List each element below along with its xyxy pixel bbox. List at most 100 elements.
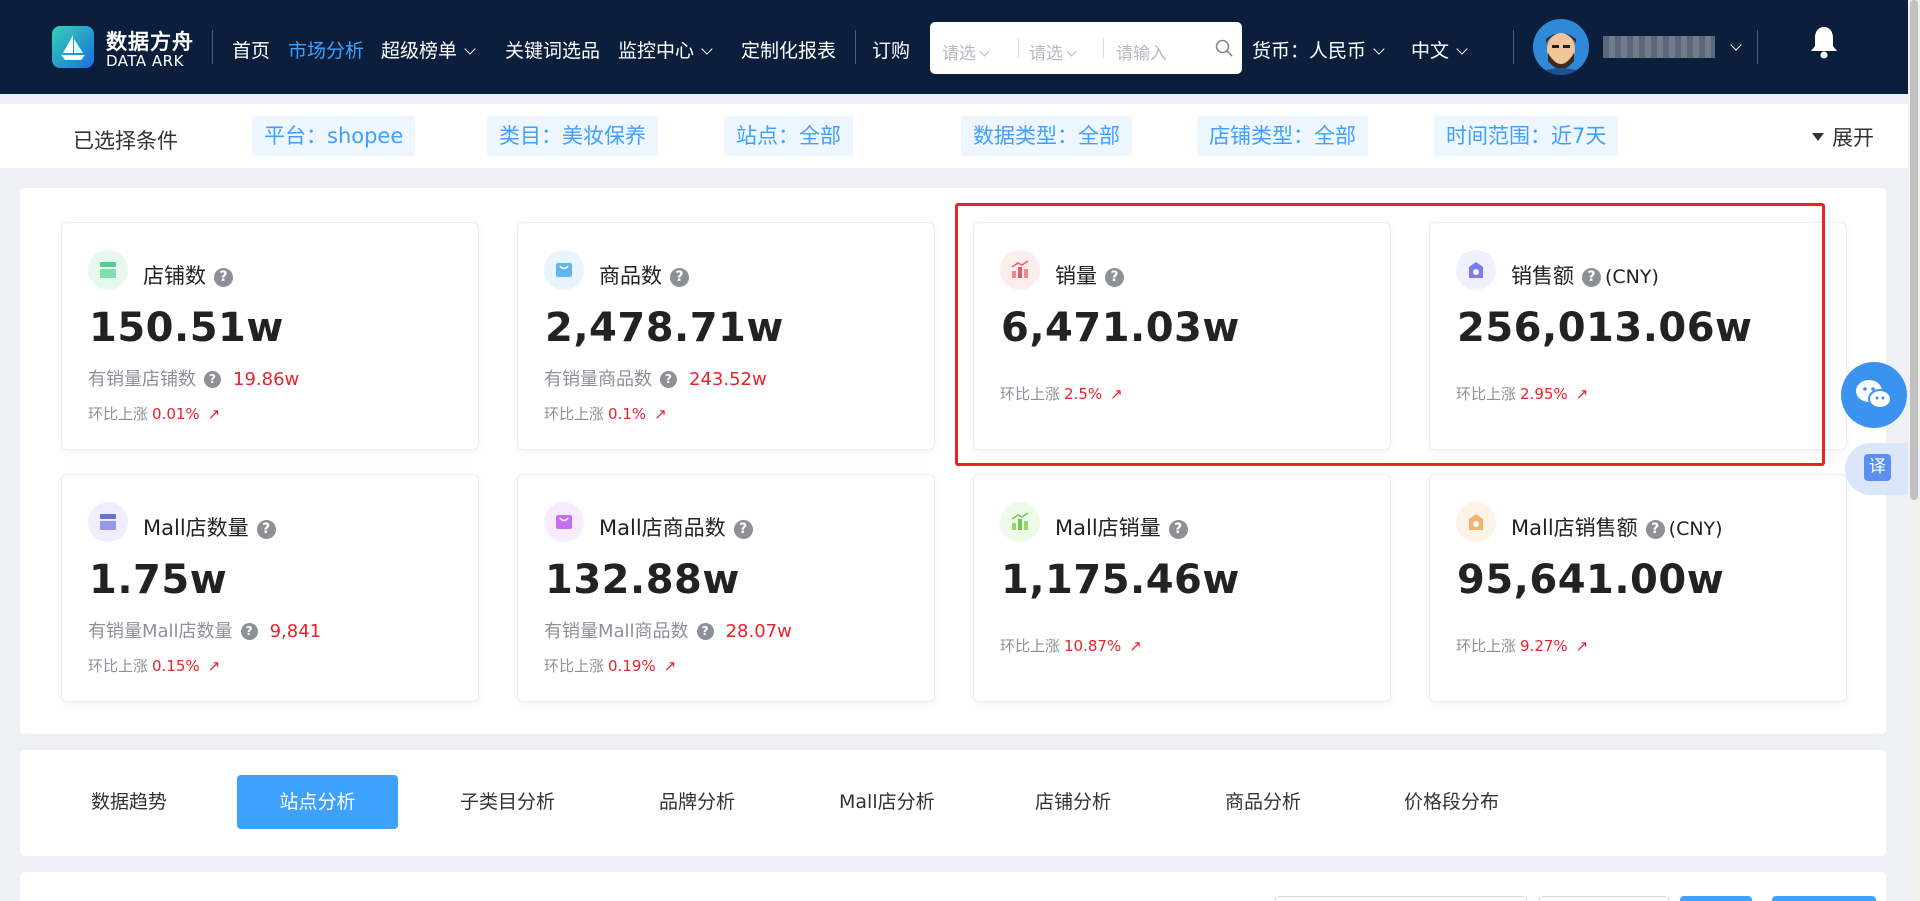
- translate-button[interactable]: 译: [1845, 443, 1909, 495]
- sub-metric-label: 有销量商品数: [544, 369, 652, 390]
- filter-tag-category[interactable]: 类目：美妆保养: [487, 116, 658, 156]
- nav-item-label: 超级榜单: [381, 40, 458, 62]
- card-title: Mall店销量?: [1055, 512, 1188, 542]
- card-title-text: Mall店销量: [1055, 516, 1161, 540]
- search-select-2[interactable]: 请选: [1029, 39, 1077, 64]
- chevron-down-icon: [1066, 46, 1077, 57]
- help-icon[interactable]: ?: [696, 623, 714, 640]
- nav-item-label: 监控中心: [618, 40, 695, 62]
- card-title-text: 商品数: [599, 264, 662, 288]
- bell-icon[interactable]: [1808, 24, 1840, 60]
- card-title-text: 店铺数: [143, 264, 206, 288]
- scrollbar-thumb[interactable]: [1910, 0, 1918, 500]
- mall-bag-icon: [544, 502, 584, 542]
- stat-card-store-count: 店铺数? 150.51w 有销量店铺数? 19.86w 环比上涨 0.01% ↗: [61, 222, 479, 450]
- search-select-2-value: 请选: [1029, 44, 1063, 64]
- change-label: 环比上涨: [88, 657, 149, 675]
- card-value: 95,641.00w: [1457, 557, 1725, 603]
- expand-filters-button[interactable]: 展开: [1812, 122, 1874, 152]
- card-title: Mall店商品数?: [599, 512, 753, 542]
- filter-tag-data-type[interactable]: 数据类型：全部: [961, 116, 1132, 156]
- highlight-box: [955, 203, 1825, 466]
- currency-selector[interactable]: 货币：人民币: [1252, 36, 1385, 63]
- export-button[interactable]: [1772, 896, 1876, 901]
- content-panel: [20, 872, 1886, 901]
- top-navigation-bar: 数据方舟 DATA ARK 首页 市场分析 超级榜单 关键词选品 监控中心 定制…: [0, 0, 1908, 94]
- username-blurred: [1603, 36, 1715, 58]
- help-icon[interactable]: ?: [240, 623, 258, 640]
- tab-site-analysis[interactable]: 站点分析: [237, 775, 398, 829]
- wechat-icon: [1856, 380, 1892, 409]
- tab-price-distribution[interactable]: 价格段分布: [1404, 775, 1499, 829]
- card-sub-metric: 有销量Mall店数量? 9,841: [88, 617, 321, 643]
- filter-tag-platform[interactable]: 平台：shopee: [252, 116, 416, 156]
- filter-tag-site[interactable]: 站点：全部: [724, 116, 853, 156]
- tab-product-analysis[interactable]: 商品分析: [1225, 775, 1301, 829]
- arrow-up-right-icon: ↗: [1575, 637, 1589, 655]
- card-value: 2,478.71w: [545, 305, 784, 351]
- help-icon[interactable]: ?: [660, 371, 677, 388]
- date-picker[interactable]: [1275, 896, 1527, 901]
- translate-icon: 译: [1864, 454, 1891, 481]
- card-change: 环比上涨 10.87% ↗: [1000, 635, 1142, 656]
- mall-store-icon: [88, 502, 128, 542]
- card-change: 环比上涨 0.1% ↗: [544, 403, 667, 424]
- mall-bar-chart-icon: [1000, 502, 1040, 542]
- change-value: 10.87%: [1064, 637, 1122, 655]
- card-title-text: Mall店商品数: [599, 516, 726, 540]
- query-button[interactable]: [1680, 896, 1752, 901]
- card-sub-metric: 有销量店铺数? 19.86w: [88, 365, 299, 391]
- header-divider: [212, 30, 213, 64]
- nav-item-keyword-selection[interactable]: 关键词选品: [505, 36, 600, 63]
- change-label: 环比上涨: [544, 657, 605, 675]
- tab-store-analysis[interactable]: 店铺分析: [1035, 775, 1111, 829]
- tab-data-trend[interactable]: 数据趋势: [91, 775, 167, 829]
- tab-subcategory-analysis[interactable]: 子类目分析: [460, 775, 555, 829]
- nav-item-super-rankings[interactable]: 超级榜单: [381, 36, 476, 63]
- stat-card-mall-store-count: Mall店数量? 1.75w 有销量Mall店数量? 9,841 环比上涨 0.15…: [61, 474, 479, 702]
- card-title-text: Mall店销售额: [1511, 516, 1638, 540]
- help-icon[interactable]: ?: [733, 520, 753, 539]
- brand-name-en: DATA ARK: [106, 52, 184, 70]
- nav-item-home[interactable]: 首页: [232, 36, 270, 63]
- search-icon[interactable]: [1214, 38, 1234, 58]
- tab-mall-store-analysis[interactable]: Mall店分析: [839, 775, 935, 829]
- selected-filters-bar: 已选择条件 平台：shopee 类目：美妆保养 站点：全部 数据类型：全部 店铺…: [0, 104, 1908, 168]
- help-icon[interactable]: ?: [1168, 520, 1188, 539]
- filter-tag-time-range[interactable]: 时间范围：近7天: [1434, 116, 1619, 156]
- mall-money-icon: [1456, 502, 1496, 542]
- help-icon[interactable]: ?: [204, 371, 221, 388]
- help-icon[interactable]: ?: [1645, 520, 1665, 539]
- help-icon[interactable]: ?: [256, 520, 276, 539]
- header-divider: [855, 30, 856, 64]
- nav-item-subscribe[interactable]: 订购: [872, 36, 910, 63]
- help-icon[interactable]: ?: [670, 268, 689, 287]
- header-divider: [1757, 30, 1758, 64]
- chevron-down-icon: [979, 46, 990, 57]
- search-select-1[interactable]: 请选: [942, 39, 990, 64]
- sub-metric-label: 有销量Mall商品数: [544, 621, 689, 642]
- select-control[interactable]: [1539, 896, 1669, 901]
- data-ark-logo[interactable]: [52, 26, 94, 68]
- arrow-up-right-icon: ↗: [1129, 637, 1142, 655]
- language-value: 中文: [1411, 40, 1450, 62]
- wechat-contact-button[interactable]: [1841, 362, 1907, 428]
- search-input[interactable]: 请输入: [1116, 39, 1167, 64]
- filter-tag-store-type[interactable]: 店铺类型：全部: [1197, 116, 1368, 156]
- chevron-down-icon[interactable]: [1730, 39, 1742, 51]
- chevron-down-icon: [1456, 43, 1468, 55]
- analysis-tabs: 数据趋势 站点分析 子类目分析 品牌分析 Mall店分析 店铺分析 商品分析 价…: [20, 750, 1886, 856]
- sub-metric-value: 9,841: [269, 621, 322, 642]
- change-value: 0.15%: [152, 657, 200, 675]
- tab-brand-analysis[interactable]: 品牌分析: [659, 775, 735, 829]
- sub-metric-label: 有销量Mall店数量: [88, 621, 233, 642]
- nav-item-monitor-center[interactable]: 监控中心: [618, 36, 713, 63]
- help-icon[interactable]: ?: [214, 268, 233, 287]
- stat-card-mall-sales-volume: Mall店销量? 1,175.46w 环比上涨 10.87% ↗: [973, 474, 1391, 702]
- nav-item-custom-report[interactable]: 定制化报表: [741, 36, 836, 63]
- avatar[interactable]: [1533, 19, 1589, 75]
- arrow-up-right-icon: ↗: [663, 657, 677, 675]
- language-selector[interactable]: 中文: [1411, 36, 1468, 63]
- header-divider: [1513, 30, 1514, 64]
- nav-item-market-analysis[interactable]: 市场分析: [288, 36, 364, 63]
